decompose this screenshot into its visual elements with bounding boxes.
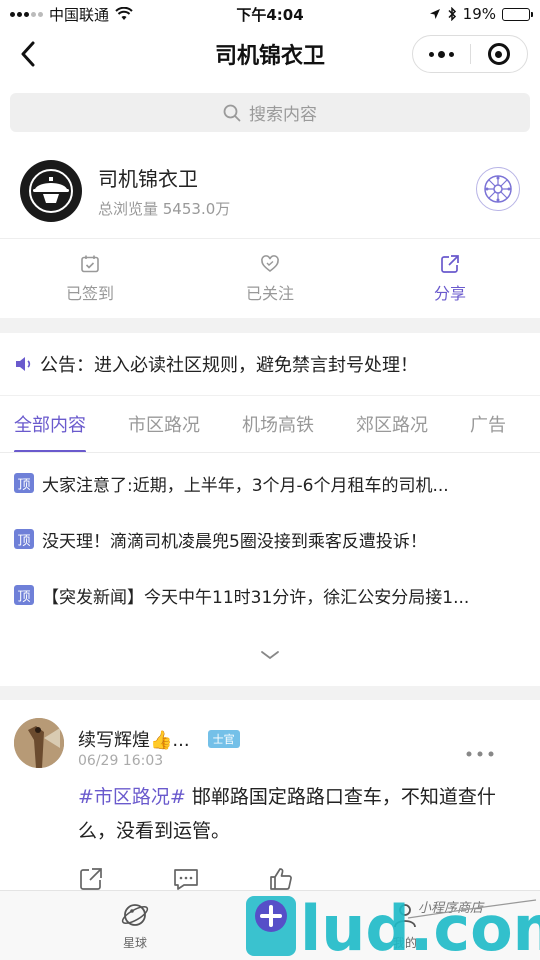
pinned-tag: 顶 bbox=[14, 529, 34, 549]
nav-bar: 司机锦衣卫 bbox=[0, 28, 540, 80]
chevron-left-icon bbox=[21, 41, 35, 67]
community-header: 司机锦衣卫 总浏览量 5453.0万 bbox=[0, 145, 540, 237]
search-icon bbox=[223, 104, 241, 121]
expand-pinned-button[interactable] bbox=[0, 640, 540, 670]
post-action-row bbox=[78, 867, 378, 891]
location-arrow-icon bbox=[429, 9, 440, 19]
total-views: 总浏览量 5453.0万 bbox=[98, 200, 231, 218]
user-icon bbox=[394, 904, 416, 928]
network-badge-button[interactable] bbox=[476, 167, 520, 211]
announcement-bar[interactable]: 公告：进入必读社区规则，避免禁言封号处理！ bbox=[0, 333, 540, 395]
target-circle-icon bbox=[487, 43, 510, 65]
giraffe-avatar-icon bbox=[14, 718, 64, 768]
post-timestamp: 06/29 16:03 bbox=[78, 753, 164, 769]
status-bar: 中国联通 下午4:04 19% bbox=[0, 0, 540, 28]
share-icon[interactable] bbox=[78, 867, 104, 891]
community-name: 司机锦衣卫 bbox=[98, 167, 198, 191]
battery-percent: 19% bbox=[462, 5, 496, 23]
action-row: 已签到 已关注 分享 bbox=[0, 238, 540, 318]
pinned-item[interactable]: 顶 【突发新闻】今天中午11时31分许，徐汇公安分局接1... bbox=[0, 567, 540, 623]
community-logo bbox=[20, 160, 82, 222]
back-button[interactable] bbox=[10, 36, 46, 72]
heart-icon bbox=[261, 254, 279, 272]
battery-icon bbox=[502, 7, 533, 21]
tab-city-traffic[interactable]: 市区路况 bbox=[114, 396, 200, 452]
follow-button[interactable]: 已关注 bbox=[180, 239, 360, 318]
planet-icon bbox=[121, 904, 149, 926]
pinned-title: 大家注意了:近期，上半年，3个月-6个月租车的司机... bbox=[42, 475, 449, 496]
network-icon bbox=[484, 175, 512, 203]
search-input[interactable]: 搜索内容 bbox=[10, 93, 530, 132]
section-divider bbox=[0, 686, 540, 700]
search-bar: 搜索内容 bbox=[0, 80, 540, 145]
pinned-tag: 顶 bbox=[14, 473, 34, 493]
wifi-icon bbox=[115, 7, 133, 20]
tabbar-planet[interactable]: 星球 bbox=[0, 891, 270, 960]
mini-program-capsule bbox=[412, 35, 528, 73]
tab-ads[interactable]: 广告 bbox=[456, 396, 506, 452]
rank-badge: 士官 bbox=[207, 730, 240, 748]
pinned-tag: 顶 bbox=[14, 585, 34, 605]
more-button[interactable] bbox=[413, 36, 470, 72]
calendar-check-icon bbox=[81, 255, 99, 272]
post-content[interactable]: #市区路况# 邯郸路国定路路口查车，不知道查什么，没看到运管。 bbox=[78, 780, 518, 848]
comment-icon[interactable] bbox=[172, 867, 200, 891]
pinned-title: 没天理！滴滴司机凌晨兜5圈没接到乘客反遭投诉！ bbox=[42, 531, 427, 552]
tabbar-planet-label: 星球 bbox=[122, 936, 147, 950]
close-mini-program-button[interactable] bbox=[471, 36, 528, 72]
lantern-logo-icon bbox=[29, 169, 73, 213]
tabbar-mine-label: 我的 bbox=[392, 936, 417, 950]
chevron-down-icon bbox=[261, 651, 279, 660]
checkin-button[interactable]: 已签到 bbox=[0, 239, 180, 318]
pinned-item[interactable]: 顶 没天理！滴滴司机凌晨兜5圈没接到乘客反遭投诉！ bbox=[0, 511, 540, 567]
tab-suburb-traffic[interactable]: 郊区路况 bbox=[342, 396, 428, 452]
section-divider bbox=[0, 318, 540, 333]
pinned-item[interactable]: 顶 大家注意了:近期，上半年，3个月-6个月租车的司机... bbox=[0, 455, 540, 511]
speaker-icon bbox=[16, 357, 31, 371]
signal-icon bbox=[10, 11, 43, 17]
search-placeholder: 搜索内容 bbox=[249, 105, 317, 125]
post-topic-link[interactable]: #市区路况# bbox=[78, 786, 186, 808]
more-dots-icon bbox=[466, 751, 494, 757]
share-button[interactable]: 分享 bbox=[360, 239, 540, 318]
pinned-list: 顶 大家注意了:近期，上半年，3个月-6个月租车的司机... 顶 没天理！滴滴司… bbox=[0, 455, 540, 623]
follow-label: 已关注 bbox=[245, 283, 294, 303]
author-name: 续写辉煌👍... bbox=[78, 730, 190, 751]
bottom-tab-bar: 星球 我的 bbox=[0, 890, 540, 960]
share-label: 分享 bbox=[433, 283, 466, 303]
checkin-label: 已签到 bbox=[65, 283, 114, 303]
category-tabs: 全部内容 市区路况 机场高铁 郊区路况 广告 bbox=[0, 395, 540, 453]
share-icon bbox=[441, 254, 459, 273]
post-card: 续写辉煌👍... 士官 06/29 16:03 #市区路况# 邯郸路国定路路口查… bbox=[0, 700, 540, 890]
pinned-title: 【突发新闻】今天中午11时31分许，徐汇公安分局接1... bbox=[42, 587, 470, 608]
announcement-text: 公告：进入必读社区规则，避免禁言封号处理！ bbox=[40, 355, 418, 376]
more-dots-icon bbox=[428, 50, 454, 58]
post-author[interactable]: 续写辉煌👍... 士官 bbox=[78, 726, 240, 752]
post-more-button[interactable] bbox=[466, 742, 494, 761]
bluetooth-icon bbox=[448, 7, 456, 21]
tabbar-mine[interactable]: 我的 bbox=[270, 891, 540, 960]
avatar[interactable] bbox=[14, 718, 64, 768]
tab-airport-rail[interactable]: 机场高铁 bbox=[228, 396, 314, 452]
carrier-label: 中国联通 bbox=[49, 5, 110, 24]
tab-all[interactable]: 全部内容 bbox=[0, 396, 86, 452]
page-title: 司机锦衣卫 bbox=[214, 44, 325, 69]
thumbs-up-icon[interactable] bbox=[268, 867, 294, 891]
